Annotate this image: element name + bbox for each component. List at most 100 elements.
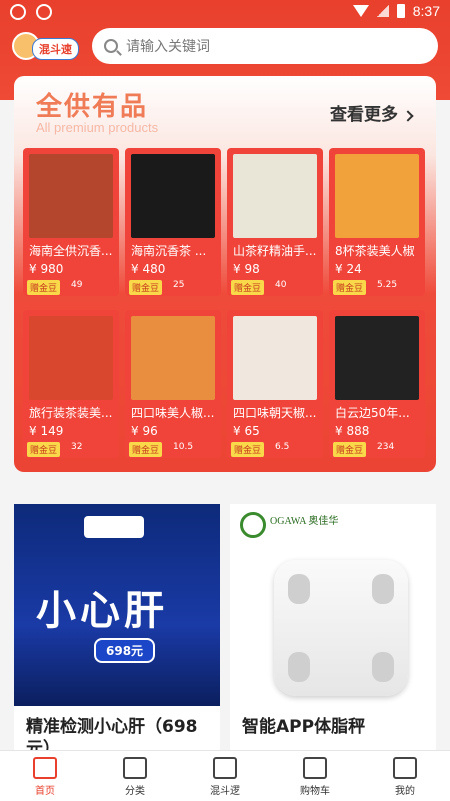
product-name: 白云边50年...: [335, 406, 410, 420]
app-logo[interactable]: 混斗速: [12, 30, 80, 64]
logo-text: 混斗速: [32, 38, 79, 60]
notification-icon: [10, 4, 26, 20]
product-name: 四口味朝天椒...: [233, 406, 317, 420]
bonus-points: 6.5: [275, 442, 290, 452]
view-more-label: 查看更多: [330, 105, 398, 125]
bonus-tag: 赠金豆: [231, 442, 265, 457]
product-image: [233, 316, 317, 400]
chevron-right-icon: [402, 110, 414, 122]
bonus-tag: 赠金豆: [27, 280, 61, 295]
bonus-tag: 赠金豆: [333, 442, 367, 457]
tab-label: 首页: [35, 786, 55, 797]
bonus-points: 5.25: [377, 280, 398, 290]
product-price: ¥ 96: [131, 424, 158, 438]
bonus-tag: 赠金豆: [231, 280, 265, 295]
banner-art-word: 小心肝: [36, 588, 168, 634]
product-image: [335, 316, 419, 400]
tab-label: 购物车: [300, 786, 330, 797]
search-input[interactable]: 请输入关键词: [92, 28, 438, 64]
user-icon: [393, 757, 417, 779]
product-price: ¥ 888: [335, 424, 370, 438]
product-image: [131, 316, 215, 400]
bonus-points: 10.5: [173, 442, 194, 452]
brand-name: OGAWA 奥佳华: [270, 516, 339, 527]
banner-caption: 智能APP体脂秤: [242, 717, 366, 737]
banner-card-scale[interactable]: OGAWA 奥佳华 智能APP体脂秤: [230, 504, 436, 752]
view-more-link[interactable]: 查看更多: [330, 100, 414, 125]
bonus-points: 25: [173, 280, 185, 290]
product-price: ¥ 980: [29, 262, 64, 276]
brand-logo: [84, 516, 144, 538]
banner-image: 小心肝 698元: [14, 504, 220, 706]
tab-home[interactable]: 首页: [0, 751, 90, 801]
scale-pad: [372, 652, 394, 682]
home-icon: [33, 757, 57, 779]
banner-image: OGAWA 奥佳华: [230, 504, 436, 706]
product-card[interactable]: 海南沉香茶 ... ¥ 480 赠金豆 25: [125, 148, 221, 296]
product-image: [29, 316, 113, 400]
product-name: 四口味美人椒...: [131, 406, 215, 420]
bonus-tag: 赠金豆: [129, 280, 163, 295]
bonus-tag: 赠金豆: [27, 442, 61, 457]
product-card[interactable]: 四口味朝天椒... ¥ 65 赠金豆 6.5: [227, 310, 323, 458]
product-name: 8杯茶装美人椒: [335, 244, 415, 258]
product-grid: 海南全供沉香... ¥ 980 赠金豆 49 海南沉香茶 ... ¥ 480 赠金豆 25 山茶…: [23, 148, 425, 458]
product-image: [233, 154, 317, 238]
product-name: 山茶籽精油手...: [233, 244, 317, 258]
banner-card-liver-test[interactable]: 小心肝 698元 精准检测小心肝（698元）: [14, 504, 220, 752]
scale-pad: [288, 652, 310, 682]
product-name: 旅行装茶装美...: [29, 406, 113, 420]
scale-image: [274, 560, 408, 696]
product-price: ¥ 65: [233, 424, 260, 438]
bonus-tag: 赠金豆: [333, 280, 367, 295]
status-time: 8:37: [412, 3, 440, 19]
brand-logo-icon: [240, 512, 266, 538]
banner-row: 小心肝 698元 精准检测小心肝（698元） OGAWA 奥佳华 智能APP体脂…: [14, 504, 436, 752]
product-card[interactable]: 山茶籽精油手... ¥ 98 赠金豆 40: [227, 148, 323, 296]
search-placeholder: 请输入关键词: [126, 39, 210, 55]
bonus-points: 49: [71, 280, 83, 290]
product-image: [131, 154, 215, 238]
product-image: [29, 154, 113, 238]
product-card[interactable]: 四口味美人椒... ¥ 96 赠金豆 10.5: [125, 310, 221, 458]
search-icon: [104, 39, 118, 53]
premium-products-section: 全供有品 All premium products 查看更多 海南全供沉香...…: [14, 76, 436, 472]
app-header: 混斗速 请输入关键词: [0, 24, 450, 70]
bonus-points: 32: [71, 442, 83, 452]
bonus-points: 40: [275, 280, 287, 290]
product-name: 海南沉香茶 ...: [131, 244, 207, 258]
product-card[interactable]: 8杯茶装美人椒 ¥ 24 赠金豆 5.25: [329, 148, 425, 296]
banner-caption: 精准检测小心肝（698元）: [26, 717, 198, 752]
bottom-tab-bar: 首页 分类 混斗逻 购物车 我的: [0, 750, 450, 801]
tab-label: 混斗逻: [210, 786, 240, 797]
category-icon: [123, 757, 147, 779]
tab-label: 分类: [125, 786, 145, 797]
bonus-points: 234: [377, 442, 395, 452]
wifi-icon: [352, 5, 369, 17]
notification-icon: [36, 4, 52, 20]
tab-shop[interactable]: 混斗逻: [180, 751, 270, 801]
scale-pad: [372, 574, 394, 604]
product-name: 海南全供沉香...: [29, 244, 113, 258]
tab-label: 我的: [395, 786, 415, 797]
section-title: 全供有品: [36, 92, 149, 122]
product-image: [335, 154, 419, 238]
banner-art-price: 698元: [94, 638, 156, 663]
product-price: ¥ 480: [131, 262, 166, 276]
signal-icon: [376, 5, 389, 17]
tab-category[interactable]: 分类: [90, 751, 180, 801]
battery-icon: [396, 4, 405, 18]
status-bar: 8:37: [0, 0, 450, 24]
product-price: ¥ 24: [335, 262, 362, 276]
product-price: ¥ 98: [233, 262, 260, 276]
shop-icon: [213, 757, 237, 779]
tab-user[interactable]: 我的: [360, 751, 450, 801]
product-card[interactable]: 白云边50年... ¥ 888 赠金豆 234: [329, 310, 425, 458]
product-card[interactable]: 海南全供沉香... ¥ 980 赠金豆 49: [23, 148, 119, 296]
section-subtitle: All premium products: [36, 120, 159, 135]
cart-icon: [303, 757, 327, 779]
scale-pad: [288, 574, 310, 604]
product-card[interactable]: 旅行装茶装美... ¥ 149 赠金豆 32: [23, 310, 119, 458]
bonus-tag: 赠金豆: [129, 442, 163, 457]
tab-cart[interactable]: 购物车: [270, 751, 360, 801]
